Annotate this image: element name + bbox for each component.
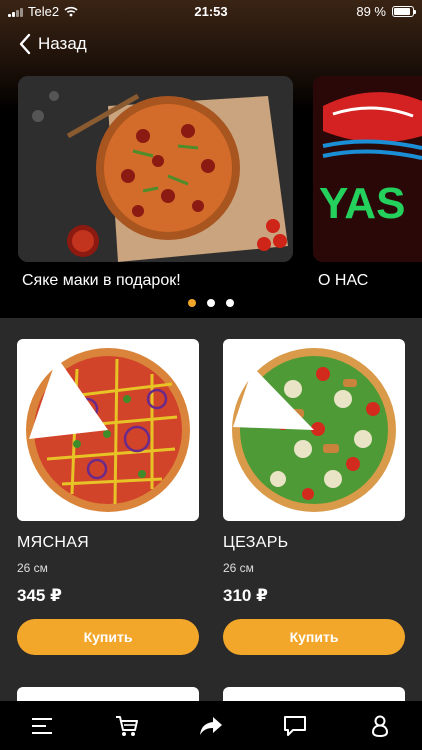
back-button[interactable]: Назад — [18, 30, 87, 58]
back-label: Назад — [38, 34, 87, 53]
carousel-dots — [0, 299, 422, 307]
tab-cart[interactable] — [107, 706, 147, 746]
tab-menu[interactable] — [22, 706, 62, 746]
status-bar: Tele2 21:53 89 % — [0, 0, 422, 22]
buy-button[interactable]: Купить — [223, 619, 405, 655]
chat-icon — [284, 715, 307, 736]
product-name: МЯСНАЯ — [17, 534, 90, 551]
product-card-caesar[interactable]: ЦЕЗАРЬ 26 см 310 ₽ Купить — [223, 339, 405, 655]
product-price: 345 ₽ — [17, 586, 62, 605]
banner-label-promo[interactable]: Сяке маки в подарок! — [22, 272, 181, 290]
svg-text:YAS: YAS — [319, 179, 405, 228]
profile-icon — [371, 715, 388, 737]
logo-image: YAS — [313, 76, 422, 262]
battery-percent: 89 % — [356, 4, 386, 19]
product-size: 26 см — [223, 561, 254, 575]
pizza-photo — [18, 76, 293, 262]
battery-icon — [392, 6, 416, 17]
tab-chat[interactable] — [275, 706, 315, 746]
banner-promo[interactable] — [18, 76, 293, 262]
menu-icon — [32, 717, 53, 734]
product-card-myasnaya[interactable]: МЯСНАЯ 26 см 345 ₽ Купить — [17, 339, 199, 655]
product-name: ЦЕЗАРЬ — [223, 534, 289, 551]
product-price: 310 ₽ — [223, 586, 268, 605]
banner-label-about[interactable]: О НАС — [318, 272, 368, 290]
chevron-left-icon — [19, 33, 31, 55]
buy-button[interactable]: Купить — [17, 619, 199, 655]
tab-share[interactable] — [191, 706, 231, 746]
carousel-dot[interactable] — [188, 299, 196, 307]
product-size: 26 см — [17, 561, 48, 575]
pizza-image — [232, 348, 396, 512]
carousel-dot[interactable] — [226, 299, 234, 307]
status-right: 89 % — [356, 4, 416, 19]
product-image[interactable] — [223, 339, 405, 521]
banner-about[interactable]: YAS — [313, 76, 422, 262]
share-icon — [199, 716, 222, 735]
pizza-image — [26, 348, 190, 512]
product-image[interactable] — [17, 339, 199, 521]
tab-profile[interactable] — [360, 706, 400, 746]
carousel-dot[interactable] — [207, 299, 215, 307]
battery-fill — [394, 8, 411, 15]
cart-icon — [115, 715, 138, 736]
product-card-next[interactable] — [223, 687, 405, 701]
tab-bar — [0, 701, 422, 750]
product-card-next[interactable] — [17, 687, 199, 701]
